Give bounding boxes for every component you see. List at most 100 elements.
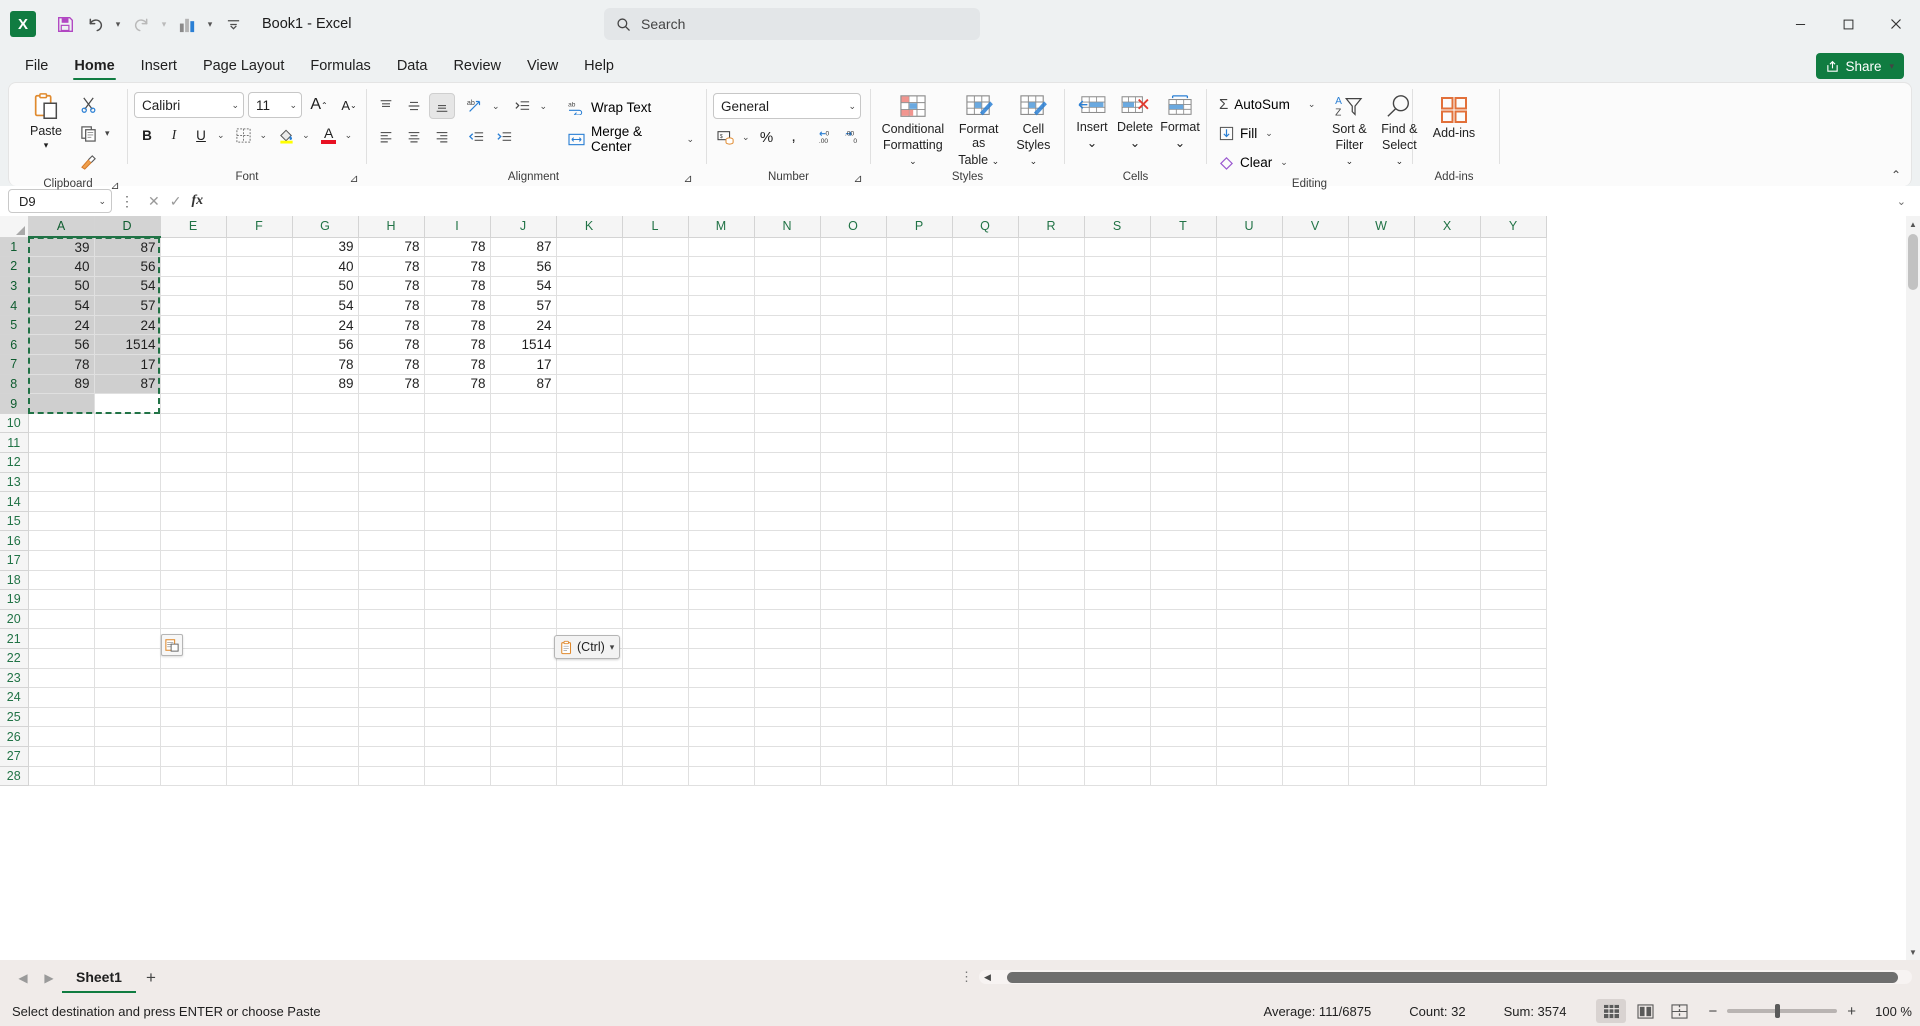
expand-formula-bar-icon[interactable]: ⌄ xyxy=(1897,195,1910,208)
cell-A22[interactable] xyxy=(28,648,95,669)
undo-dropdown-caret-icon[interactable]: ▾ xyxy=(110,9,126,39)
cell-D15[interactable] xyxy=(94,511,161,532)
cell-A2[interactable]: 40 xyxy=(28,256,95,277)
cell-U13[interactable] xyxy=(1216,472,1283,493)
cell-G26[interactable] xyxy=(292,726,359,747)
cell-N26[interactable] xyxy=(754,726,821,747)
cell-G5[interactable]: 24 xyxy=(292,315,359,336)
cell-O10[interactable] xyxy=(820,413,887,434)
cell-E13[interactable] xyxy=(160,472,227,493)
cell-I2[interactable]: 78 xyxy=(424,256,491,277)
cell-M22[interactable] xyxy=(688,648,755,669)
cell-K9[interactable] xyxy=(556,393,623,414)
redo-icon[interactable] xyxy=(126,9,156,39)
cell-V14[interactable] xyxy=(1282,491,1349,512)
copy-caret-icon[interactable]: ▾ xyxy=(105,128,110,139)
cell-I11[interactable] xyxy=(424,432,491,454)
cell-S22[interactable] xyxy=(1084,648,1151,669)
tab-insert[interactable]: Insert xyxy=(128,55,190,82)
cell-Q28[interactable] xyxy=(952,766,1019,787)
formula-bar-more-icon[interactable]: ⋮ xyxy=(118,193,136,210)
cell-F25[interactable] xyxy=(226,707,293,728)
insert-cells-button[interactable]: Insert ⌄ xyxy=(1071,91,1113,151)
cell-L25[interactable] xyxy=(622,707,689,728)
cell-D6[interactable]: 1514 xyxy=(94,334,161,356)
cell-F7[interactable] xyxy=(226,354,293,375)
cell-T24[interactable] xyxy=(1150,687,1217,708)
column-header-W[interactable]: W xyxy=(1347,216,1415,238)
cell-Q27[interactable] xyxy=(952,746,1019,767)
cell-T3[interactable] xyxy=(1150,276,1217,297)
percent-style-button[interactable]: % xyxy=(754,124,780,150)
cell-O14[interactable] xyxy=(820,491,887,512)
cell-X14[interactable] xyxy=(1414,491,1481,512)
cell-N27[interactable] xyxy=(754,746,821,767)
paste-options-caret-icon[interactable]: ▾ xyxy=(610,642,615,653)
cell-L18[interactable] xyxy=(622,570,689,591)
cell-H19[interactable] xyxy=(358,589,425,610)
cell-O18[interactable] xyxy=(820,570,887,591)
conditional-formatting-button[interactable]: Conditional Formatting ⌄ xyxy=(877,91,949,167)
cell-N9[interactable] xyxy=(754,393,821,414)
cell-K23[interactable] xyxy=(556,668,623,689)
cell-U9[interactable] xyxy=(1216,393,1283,414)
cell-O5[interactable] xyxy=(820,315,887,336)
orientation-caret-icon[interactable]: ⌄ xyxy=(492,101,500,112)
cell-D25[interactable] xyxy=(94,707,161,728)
cell-E12[interactable] xyxy=(160,452,227,473)
cell-V3[interactable] xyxy=(1282,276,1349,297)
delete-caret-icon[interactable]: ⌄ xyxy=(1130,136,1140,150)
page-layout-view-icon[interactable] xyxy=(1630,999,1660,1023)
cell-Q25[interactable] xyxy=(952,707,1019,728)
underline-caret-icon[interactable]: ⌄ xyxy=(217,130,225,141)
cell-M7[interactable] xyxy=(688,354,755,375)
copy-button[interactable] xyxy=(75,120,101,146)
cell-H13[interactable] xyxy=(358,472,425,493)
tab-review[interactable]: Review xyxy=(440,55,514,82)
cell-G20[interactable] xyxy=(292,609,359,630)
cell-Y27[interactable] xyxy=(1480,746,1547,767)
cell-I27[interactable] xyxy=(424,746,491,767)
decrease-font-size-button[interactable]: A ⌄ xyxy=(336,92,362,118)
cell-E23[interactable] xyxy=(160,668,227,689)
cell-S25[interactable] xyxy=(1084,707,1151,728)
cell-M2[interactable] xyxy=(688,256,755,277)
cell-T21[interactable] xyxy=(1150,628,1217,649)
column-header-D[interactable]: D xyxy=(93,216,161,238)
cell-F28[interactable] xyxy=(226,766,293,787)
undo-icon[interactable] xyxy=(80,9,110,39)
cell-G22[interactable] xyxy=(292,648,359,669)
cell-W19[interactable] xyxy=(1348,589,1415,610)
column-header-J[interactable]: J xyxy=(489,216,557,238)
tab-view[interactable]: View xyxy=(514,55,571,82)
search-input[interactable]: Search xyxy=(604,8,980,40)
cell-U26[interactable] xyxy=(1216,726,1283,747)
cell-K18[interactable] xyxy=(556,570,623,591)
cell-E10[interactable] xyxy=(160,413,227,434)
number-dialog-launcher[interactable]: ⊿ xyxy=(852,170,864,185)
next-sheet-button[interactable]: ▶ xyxy=(36,965,62,991)
cell-N23[interactable] xyxy=(754,668,821,689)
cell-P5[interactable] xyxy=(886,315,953,336)
normal-view-icon[interactable] xyxy=(1596,999,1627,1023)
cell-A21[interactable] xyxy=(28,628,95,649)
cell-N16[interactable] xyxy=(754,530,821,551)
row-header-4[interactable]: 4 xyxy=(0,295,29,316)
cell-S28[interactable] xyxy=(1084,766,1151,787)
cell-A19[interactable] xyxy=(28,589,95,610)
cell-I14[interactable] xyxy=(424,491,491,512)
cell-Y28[interactable] xyxy=(1480,766,1547,787)
cell-F24[interactable] xyxy=(226,687,293,708)
cell-L24[interactable] xyxy=(622,687,689,708)
cell-G7[interactable]: 78 xyxy=(292,354,359,375)
cell-A4[interactable]: 54 xyxy=(28,295,95,316)
orientation-button[interactable]: ab xyxy=(462,93,488,119)
cell-W20[interactable] xyxy=(1348,609,1415,630)
cell-H8[interactable]: 78 xyxy=(358,374,425,395)
cell-M23[interactable] xyxy=(688,668,755,689)
cell-E17[interactable] xyxy=(160,550,227,571)
cell-U2[interactable] xyxy=(1216,256,1283,277)
cell-X16[interactable] xyxy=(1414,530,1481,551)
cell-D8[interactable]: 87 xyxy=(94,374,161,395)
cell-I9[interactable] xyxy=(424,393,491,414)
